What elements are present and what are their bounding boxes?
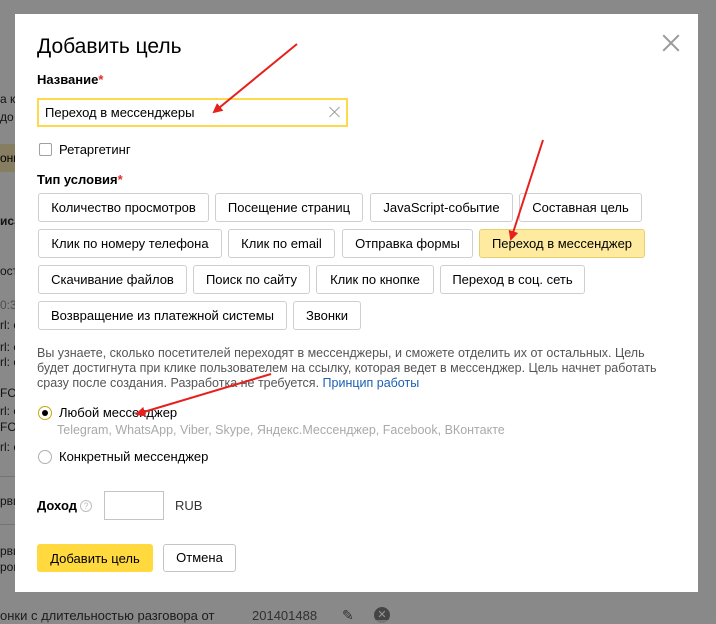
add-goal-dialog: Добавить цель Название* Ретаргетинг Тип … — [15, 14, 698, 592]
cancel-button[interactable]: Отмена — [163, 544, 236, 572]
condition-email-click[interactable]: Клик по email — [228, 229, 335, 258]
clear-icon[interactable] — [328, 105, 340, 119]
radio-specific-messenger[interactable]: Конкретный мессенджер — [38, 449, 208, 464]
condition-js-event[interactable]: JavaScript-событие — [370, 193, 513, 222]
radio-unselected-icon[interactable] — [38, 449, 52, 464]
condition-page-visits[interactable]: Посещение страниц — [215, 193, 363, 222]
currency-label: RUB — [175, 498, 203, 513]
condition-social-network[interactable]: Переход в соц. сеть — [440, 265, 585, 294]
condition-calls[interactable]: Звонки — [293, 301, 361, 330]
goal-name-field — [37, 98, 348, 127]
condition-description: Вы узнаете, сколько посетителей переходя… — [37, 346, 657, 390]
goal-name-input[interactable] — [39, 100, 309, 125]
condition-messenger[interactable]: Переход в мессенджер — [479, 229, 645, 258]
close-icon[interactable] — [662, 34, 680, 52]
radio-any-messenger[interactable]: Любой мессенджер — [38, 405, 177, 420]
name-label: Название* — [37, 72, 104, 87]
checkbox-box[interactable] — [39, 143, 52, 156]
radio-selected-icon[interactable] — [38, 405, 52, 420]
condition-button-click[interactable]: Клик по кнопке — [316, 265, 434, 294]
help-icon[interactable]: ? — [79, 499, 92, 512]
condition-type-label: Тип условия* — [37, 172, 123, 187]
condition-payment-return[interactable]: Возвращение из платежной системы — [38, 301, 287, 330]
income-label: Доход ? — [37, 498, 92, 513]
income-input[interactable] — [104, 491, 164, 520]
messenger-list-hint: Telegram, WhatsApp, Viber, Skype, Яндекс… — [57, 423, 505, 437]
condition-phone-click[interactable]: Клик по номеру телефона — [38, 229, 222, 258]
condition-form-submit[interactable]: Отправка формы — [342, 229, 473, 258]
radio-specific-label: Конкретный мессенджер — [59, 449, 209, 464]
condition-views[interactable]: Количество просмотров — [38, 193, 209, 222]
add-goal-button[interactable]: Добавить цель — [37, 544, 153, 572]
condition-composite[interactable]: Составная цель — [519, 193, 642, 222]
condition-file-download[interactable]: Скачивание файлов — [38, 265, 187, 294]
retargeting-label: Ретаргетинг — [59, 142, 131, 157]
retargeting-checkbox[interactable]: Ретаргетинг — [39, 142, 131, 157]
required-mark: * — [98, 72, 104, 87]
radio-any-label: Любой мессенджер — [59, 405, 178, 420]
condition-site-search[interactable]: Поиск по сайту — [193, 265, 310, 294]
dialog-title: Добавить цель — [37, 35, 182, 58]
how-it-works-link[interactable]: Принцип работы — [323, 376, 420, 390]
